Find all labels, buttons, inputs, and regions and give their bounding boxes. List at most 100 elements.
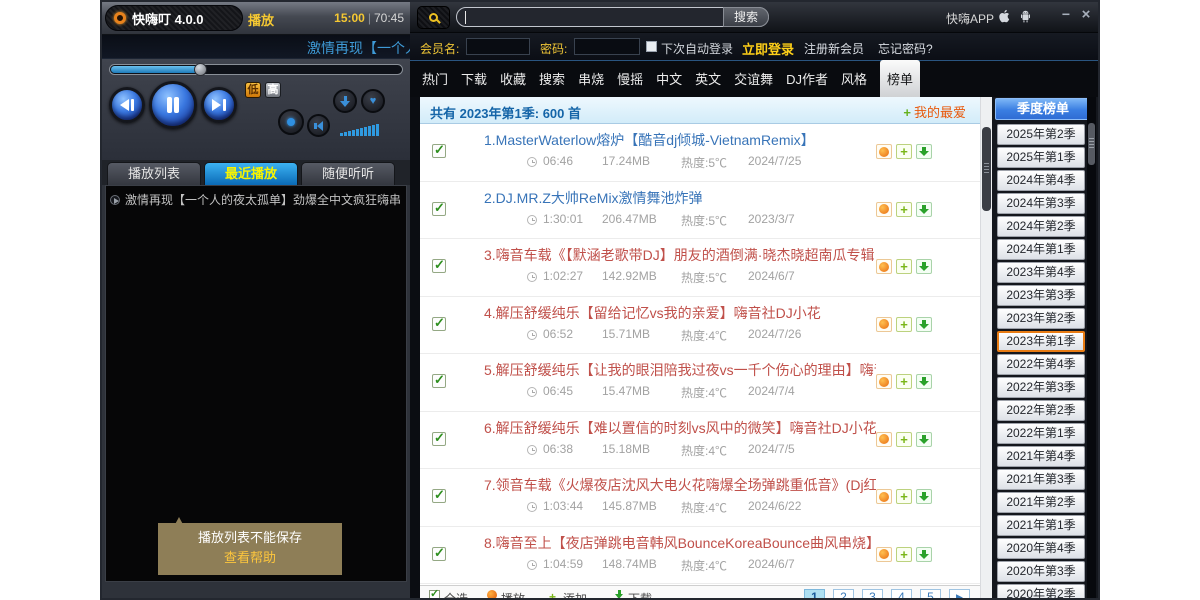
mute-button[interactable] — [307, 114, 330, 137]
page-button-2[interactable]: 2 — [833, 589, 854, 598]
quarter-item-2023年第2季[interactable]: 2023年第2季 — [997, 308, 1085, 329]
download-icon[interactable] — [916, 489, 932, 504]
nav-tab-慢摇[interactable]: 慢摇 — [617, 60, 643, 97]
seek-handle[interactable] — [194, 63, 207, 76]
audition-icon[interactable] — [876, 547, 892, 562]
song-checkbox[interactable]: ✓ — [432, 259, 446, 273]
quarter-item-2020年第4季[interactable]: 2020年第4季 — [997, 538, 1085, 559]
quarter-item-2024年第2季[interactable]: 2024年第2季 — [997, 216, 1085, 237]
song-checkbox[interactable]: ✓ — [432, 547, 446, 561]
quarter-item-2020年第3季[interactable]: 2020年第3季 — [997, 561, 1085, 582]
audition-icon[interactable] — [876, 202, 892, 217]
song-checkbox[interactable]: ✓ — [432, 144, 446, 158]
nav-tab-下载[interactable]: 下载 — [461, 60, 487, 97]
player-tab-随便听听[interactable]: 随便听听 — [301, 162, 395, 185]
sidebar-scrollbar[interactable] — [1087, 97, 1096, 598]
previous-button[interactable] — [109, 87, 145, 123]
page-button-4[interactable]: 4 — [891, 589, 912, 598]
song-title-link[interactable]: 6.解压舒缓纯乐【难以置信的时刻vs风中的微笑】嗨音社DJ小花 — [484, 418, 876, 438]
quarter-item-2021年第1季[interactable]: 2021年第1季 — [997, 515, 1085, 536]
quarter-item-2022年第2季[interactable]: 2022年第2季 — [997, 400, 1085, 421]
nav-tab-榜单[interactable]: 榜单 — [880, 60, 920, 97]
song-title-link[interactable]: 7.领音车载《火爆夜店沈风大电火花嗨爆全场弹跳重低音》(Dj红 — [484, 475, 876, 495]
add-icon[interactable]: + — [896, 317, 912, 332]
quarter-item-2024年第4季[interactable]: 2024年第4季 — [997, 170, 1085, 191]
audition-icon[interactable] — [876, 374, 892, 389]
song-checkbox[interactable]: ✓ — [432, 317, 446, 331]
my-favorites-button[interactable]: +我的最爱 — [903, 102, 966, 121]
nav-tab-交谊舞[interactable]: 交谊舞 — [734, 60, 773, 97]
select-all-label[interactable]: 全选 — [444, 590, 468, 598]
song-list-scrollbar[interactable] — [980, 97, 992, 598]
download-icon[interactable] — [916, 374, 932, 389]
song-title-link[interactable]: 5.解压舒缓纯乐【让我的眼泪陪我过夜vs一千个伤心的理由】嗨音 — [484, 360, 876, 380]
forgot-password-link[interactable]: 忘记密码? — [878, 40, 933, 57]
download-icon[interactable] — [916, 144, 932, 159]
quarter-item-2023年第1季[interactable]: 2023年第1季 — [997, 331, 1085, 352]
nav-tab-串烧[interactable]: 串烧 — [578, 60, 604, 97]
search-input[interactable] — [467, 9, 715, 25]
download-icon[interactable] — [916, 202, 932, 217]
login-button[interactable]: 立即登录 — [742, 39, 794, 58]
song-checkbox[interactable]: ✓ — [432, 374, 446, 388]
page-button-1[interactable]: 1 — [804, 589, 825, 598]
minimize-button[interactable]: − — [1058, 6, 1074, 22]
audition-icon[interactable] — [876, 144, 892, 159]
footer-add-button[interactable]: 添加 — [563, 590, 587, 598]
player-tab-播放列表[interactable]: 播放列表 — [107, 162, 201, 185]
nav-tab-搜索[interactable]: 搜索 — [539, 60, 565, 97]
add-icon[interactable]: + — [896, 432, 912, 447]
nav-tab-风格[interactable]: 风格 — [841, 60, 867, 97]
quarter-item-2024年第3季[interactable]: 2024年第3季 — [997, 193, 1085, 214]
record-button[interactable] — [278, 109, 304, 135]
download-current-button[interactable] — [333, 89, 357, 113]
nav-tab-DJ作者[interactable]: DJ作者 — [786, 60, 828, 97]
song-title-link[interactable]: 2.DJ.MR.Z大帅ReMix激情舞池炸弹 — [484, 188, 703, 208]
quarter-item-2022年第4季[interactable]: 2022年第4季 — [997, 354, 1085, 375]
scrollbar-thumb[interactable] — [982, 127, 991, 211]
android-icon[interactable] — [1018, 8, 1033, 24]
add-icon[interactable]: + — [896, 259, 912, 274]
quarter-item-2025年第1季[interactable]: 2025年第1季 — [997, 147, 1085, 168]
song-title-link[interactable]: 4.解压舒缓纯乐【留给记忆vs我的亲爱】嗨音社DJ小花 — [484, 303, 821, 323]
next-page-button[interactable]: ▶ — [949, 589, 970, 598]
next-button[interactable] — [201, 87, 237, 123]
song-title-link[interactable]: 3.嗨音车载《【默涵老歌带DJ】朋友的酒倒满·晓杰晓超南瓜专辑 — [484, 245, 874, 265]
song-title-link[interactable]: 8.嗨音至上【夜店弹跳电音韩风BounceKoreaBounce曲风串烧】 — [484, 533, 876, 553]
quarter-item-2022年第3季[interactable]: 2022年第3季 — [997, 377, 1085, 398]
add-icon[interactable]: + — [896, 374, 912, 389]
sidebar-scrollbar-thumb[interactable] — [1088, 123, 1095, 165]
quarter-item-2025年第2季[interactable]: 2025年第2季 — [997, 124, 1085, 145]
audition-icon[interactable] — [876, 317, 892, 332]
favorite-button[interactable]: ♥ — [361, 89, 385, 113]
song-checkbox[interactable]: ✓ — [432, 489, 446, 503]
nav-tab-热门[interactable]: 热门 — [422, 60, 448, 97]
nav-tab-中文[interactable]: 中文 — [656, 60, 682, 97]
quality-high-button[interactable]: 高 — [265, 82, 281, 98]
select-all-checkbox[interactable]: ✓ — [429, 590, 440, 598]
pause-button[interactable] — [149, 81, 197, 129]
apple-icon[interactable] — [997, 8, 1012, 24]
song-checkbox[interactable]: ✓ — [432, 432, 446, 446]
quarter-item-2023年第4季[interactable]: 2023年第4季 — [997, 262, 1085, 283]
audition-icon[interactable] — [876, 259, 892, 274]
download-icon[interactable] — [916, 317, 932, 332]
add-icon[interactable]: + — [896, 547, 912, 562]
quarter-item-2020年第2季[interactable]: 2020年第2季 — [997, 584, 1085, 598]
search-button[interactable]: 搜索 — [723, 7, 769, 27]
song-title-link[interactable]: 1.MasterWaterlow熔炉【酷音dj倾城-VietnamRemix】 — [484, 130, 815, 150]
download-icon[interactable] — [916, 259, 932, 274]
password-field[interactable] — [574, 38, 640, 55]
download-icon[interactable] — [916, 432, 932, 447]
audition-icon[interactable] — [876, 432, 892, 447]
download-icon[interactable] — [916, 547, 932, 562]
quarter-item-2021年第3季[interactable]: 2021年第3季 — [997, 469, 1085, 490]
page-button-5[interactable]: 5 — [920, 589, 941, 598]
quarter-item-2021年第4季[interactable]: 2021年第4季 — [997, 446, 1085, 467]
close-button[interactable]: × — [1078, 6, 1094, 23]
quarter-item-2021年第2季[interactable]: 2021年第2季 — [997, 492, 1085, 513]
auto-login-checkbox[interactable] — [646, 41, 657, 52]
quarter-item-2022年第1季[interactable]: 2022年第1季 — [997, 423, 1085, 444]
nav-tab-英文[interactable]: 英文 — [695, 60, 721, 97]
register-link[interactable]: 注册新会员 — [804, 40, 864, 57]
